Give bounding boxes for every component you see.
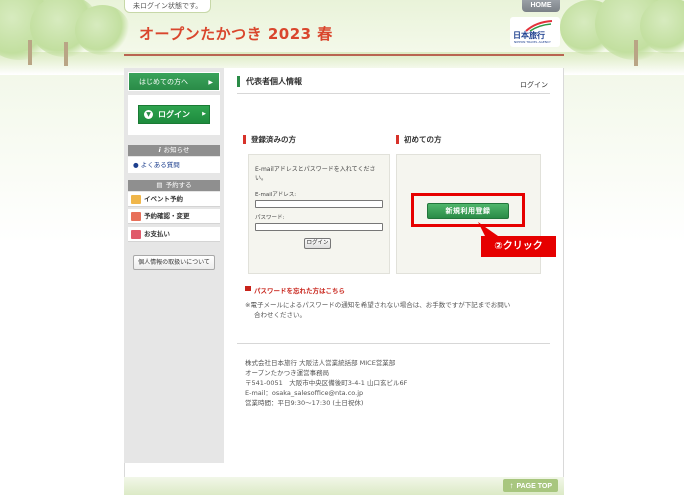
login-submit-button[interactable]: ログイン <box>304 238 331 249</box>
tree-trunk <box>64 42 68 66</box>
tree-trunk <box>634 40 638 66</box>
privacy-policy-button[interactable]: 個人情報の取扱いについて <box>133 255 215 270</box>
sidebar-login-label: ログイン <box>158 110 190 119</box>
password-label: パスワード: <box>255 215 285 221</box>
new-registration-button[interactable]: 新規利用登録 <box>427 203 509 219</box>
password-notice: ※電子メールによるパスワードの通知を希望されない場合は、お手数ですが下記までお問… <box>245 300 545 320</box>
reserve-heading: ▤ 予約する <box>128 180 220 191</box>
login-instruction: E-mailアドレスとパスワードを入れてください。 <box>255 166 376 182</box>
page-top-button[interactable]: ↑ PAGE TOP <box>503 479 558 492</box>
new-user-section-title: 初めての方 <box>396 135 442 144</box>
chevron-down-icon: ▼ <box>144 110 153 119</box>
tree-decoration <box>75 5 130 55</box>
calendar-icon: ▤ <box>156 181 163 189</box>
brand-subtitle: NIPPON TRAVEL AGENCY <box>514 40 551 44</box>
arrow-up-icon: ↑ <box>509 481 514 490</box>
registered-section-title: 登録済みの方 <box>243 135 296 144</box>
forgot-password-label: パスワードを忘れた方はこちら <box>254 287 345 295</box>
sidebar-item-payment[interactable]: お支払い <box>128 227 220 242</box>
footer-line: オープンたかつき運営事務局 <box>245 369 330 377</box>
password-field[interactable] <box>255 223 383 231</box>
brand-logo[interactable]: 日本旅行 NIPPON TRAVEL AGENCY <box>510 17 560 47</box>
footer-divider <box>237 343 550 344</box>
faq-link[interactable]: ● よくある質問 <box>128 157 220 173</box>
sidebar-item-reservation-check[interactable]: 予約確認・変更 <box>128 209 220 224</box>
bottom-bar: ↑ PAGE TOP <box>124 477 564 495</box>
footer-line: 営業時間：平日9:30〜17:30 (土日祝休) <box>245 399 364 407</box>
reserve-heading-label: 予約する <box>165 181 192 189</box>
top-login-link[interactable]: ログイン <box>520 80 548 90</box>
heading-divider <box>237 93 550 94</box>
faq-link-label: よくある質問 <box>140 161 180 169</box>
page-top-label: PAGE TOP <box>516 483 552 490</box>
email-label: E-mailアドレス: <box>255 192 297 198</box>
notice-line: 合わせください。 <box>254 311 306 319</box>
payment-icon <box>131 230 141 239</box>
sidebar-login-box: ▼ ログイン ▶ <box>128 95 220 135</box>
tree-trunk <box>28 40 32 65</box>
sidebar-item-label: イベント予約 <box>144 195 183 203</box>
home-button[interactable]: HOME <box>522 0 560 12</box>
click-callout: ②クリック <box>481 236 556 257</box>
arrow-right-icon: ▶ <box>208 79 213 86</box>
footer-line: 株式会社日本旅行 大阪法人営業統括部 MICE営業部 <box>245 359 396 367</box>
check-icon <box>131 212 141 221</box>
login-status: 未ログイン状態です。 <box>124 0 212 13</box>
header-divider <box>124 54 564 56</box>
arrow-right-icon: ▶ <box>202 111 206 117</box>
footer-line: E-mail：osaka_salesoffice@nta.co.jp <box>245 389 364 397</box>
bullet-icon: ● <box>133 161 141 169</box>
site-title: オープンたかつき 2023 春 <box>139 25 333 43</box>
forgot-password-link[interactable]: パスワードを忘れた方はこちら <box>245 285 345 295</box>
sidebar-item-label: お支払い <box>144 230 170 238</box>
page-title: 代表者個人情報 <box>237 76 302 87</box>
notice-line: ※電子メールによるパスワードの通知を希望されない場合は、お手数ですが下記までお問… <box>245 301 511 309</box>
right-background <box>564 75 684 495</box>
event-icon <box>131 195 141 204</box>
footer-contact-info: 株式会社日本旅行 大阪法人営業統括部 MICE営業部 オープンたかつき運営事務局… <box>245 358 407 408</box>
arrow-right-icon <box>245 286 251 291</box>
first-time-tab-label: はじめての方へ <box>139 78 188 86</box>
left-background <box>0 75 125 495</box>
email-field[interactable] <box>255 200 383 208</box>
first-time-tab[interactable]: はじめての方へ ▶ <box>128 72 220 91</box>
info-icon: i <box>158 146 161 154</box>
news-heading-label: お知らせ <box>163 146 190 154</box>
sidebar-login-button[interactable]: ▼ ログイン ▶ <box>138 105 210 124</box>
sidebar-item-event-reservation[interactable]: イベント予約 <box>128 192 220 207</box>
news-heading: i お知らせ <box>128 145 220 156</box>
footer-line: 〒541-0051 大阪市中央区備後町3-4-1 山口玄ビル6F <box>245 379 408 387</box>
sidebar-item-label: 予約確認・変更 <box>144 212 190 220</box>
